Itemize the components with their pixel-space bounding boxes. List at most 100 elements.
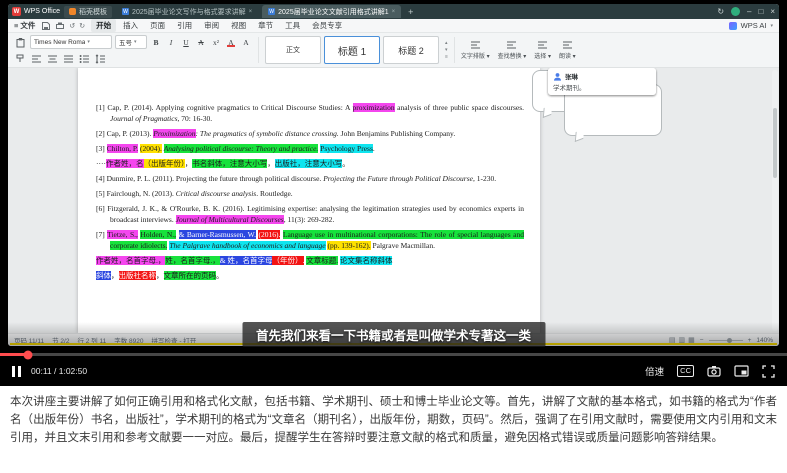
highlight-color-button[interactable]: A — [240, 36, 252, 48]
writer-doc-icon: W — [268, 8, 275, 15]
style-gallery: 正文标题 1标题 2 — [265, 36, 439, 64]
style-正文[interactable]: 正文 — [265, 36, 321, 64]
tool-选择[interactable]: 选择 ▾ — [534, 40, 551, 60]
text-run: Projecting the Future through Political … — [323, 174, 473, 183]
docer-template-tab[interactable]: 稻壳模板 — [64, 6, 112, 18]
highlight-run: 斜体 — [96, 271, 111, 280]
ribbon-collapse-icon[interactable]: ▾ — [770, 23, 773, 29]
undo-icon[interactable]: ↺ — [69, 22, 75, 30]
menu-tab-页面[interactable]: 页面 — [145, 19, 170, 32]
wps-ai-label[interactable]: WPS AI — [741, 21, 767, 30]
scrollbar-thumb[interactable] — [773, 108, 777, 178]
ribbon-tools: 文字排版 ▾ 查找替换 ▾ 选择 ▾ 朗读 ▾ — [461, 40, 576, 60]
text-run: [5] Fairclough, N. (2013). — [96, 189, 176, 198]
bullet-list-icon[interactable] — [78, 52, 91, 65]
highlight-run: Journal of Multicultural Discourses — [176, 215, 284, 224]
sync-icon[interactable]: ↻ — [717, 8, 724, 16]
highlight-run: (pp. 139-162). — [327, 241, 370, 250]
strikethrough-button[interactable]: A — [195, 36, 207, 48]
font-family-select[interactable]: Times New Roma▾ — [30, 35, 112, 49]
highlight-run: Proximization — [153, 129, 195, 138]
new-tab-button[interactable]: + — [405, 7, 416, 17]
references: [1] Cap, P. (2014). Applying cognitive p… — [96, 102, 524, 281]
doc-tab-1[interactable]: W 2025届毕业论文写作与格式要求讲解 × — [116, 5, 258, 18]
underline-button[interactable]: U — [180, 36, 192, 48]
reference-entry: [5] Fairclough, N. (2013). Critical disc… — [96, 188, 524, 199]
wps-logo[interactable]: W WPS Office — [12, 7, 60, 16]
italic-button[interactable]: I — [165, 36, 177, 48]
font-color-button[interactable]: A — [225, 36, 237, 48]
doc-tab-2[interactable]: W 2025届毕业论文文献引用格式讲解1 × — [262, 5, 401, 18]
text-run: : The pragmatics of symbolic distance cr… — [196, 129, 339, 138]
menubar-right: WPS AI ▾ — [729, 21, 773, 30]
pause-button[interactable] — [12, 366, 21, 377]
font-size-select[interactable]: 五号▾ — [115, 35, 147, 49]
superscript-button[interactable]: x² — [210, 36, 222, 48]
titlebar-right: ↻ – □ × — [717, 7, 775, 16]
align-center-icon[interactable] — [46, 52, 59, 65]
close-tab-icon[interactable]: × — [392, 9, 396, 15]
menu-tab-会员专享[interactable]: 会员专享 — [307, 19, 347, 32]
menu-tab-引用[interactable]: 引用 — [172, 19, 197, 32]
align-left-icon[interactable] — [30, 52, 43, 65]
redo-icon[interactable]: ↻ — [79, 22, 85, 30]
highlight-run: Chilton, P. — [107, 144, 138, 153]
text-run: . — [373, 144, 375, 153]
highlight-run: Analysing political discourse: Theory an… — [164, 144, 319, 153]
menu-tab-插入[interactable]: 插入 — [118, 19, 143, 32]
text-run: . Routledge. — [256, 189, 292, 198]
screenshot-icon[interactable] — [707, 365, 721, 377]
save-icon[interactable] — [41, 21, 51, 31]
style-标题 1[interactable]: 标题 1 — [324, 36, 380, 64]
reference-entry: [4] Dunmire, P. L. (2011). Projecting th… — [96, 173, 524, 184]
highlight-run: proximization — [353, 103, 395, 112]
user-avatar[interactable] — [731, 7, 740, 16]
menu-tab-审阅[interactable]: 审阅 — [199, 19, 224, 32]
format-annotation: 斜体，出版社名称，文章所在的页码。 — [96, 270, 524, 281]
align-justify-icon[interactable] — [62, 52, 75, 65]
file-menu-button[interactable]: ≡ 文件 — [14, 20, 35, 31]
document-page[interactable]: [1] Cap, P. (2014). Applying cognitive p… — [78, 68, 540, 333]
wps-logo-icon: W — [12, 7, 21, 16]
vertical-scrollbar[interactable] — [772, 70, 778, 331]
bold-button[interactable]: B — [150, 36, 162, 48]
style-gallery-arrows[interactable]: ▴▾≡ — [445, 40, 448, 60]
picture-in-picture-icon[interactable] — [734, 365, 749, 377]
menu-tab-开始[interactable]: 开始 — [91, 19, 116, 32]
file-menu-label: 文件 — [20, 20, 35, 31]
close-tab-icon[interactable]: × — [249, 9, 253, 15]
tool-文字排版[interactable]: 文字排版 ▾ — [461, 40, 490, 60]
maximize-button[interactable]: □ — [758, 8, 763, 16]
minimize-button[interactable]: – — [747, 8, 751, 16]
document-area: [1] Cap, P. (2014). Applying cognitive p… — [8, 68, 779, 333]
menu-tab-工具[interactable]: 工具 — [280, 19, 305, 32]
tool-查找替换[interactable]: 查找替换 ▾ — [498, 40, 527, 60]
format-annotation: ····作者姓，名（出版年份），书名斜体，注意大小写，出版社，注意大小写。 — [96, 158, 524, 169]
paste-icon[interactable] — [14, 36, 27, 49]
menu-tab-章节[interactable]: 章节 — [253, 19, 278, 32]
print-icon[interactable] — [55, 21, 65, 31]
text-run: [7] — [96, 230, 107, 239]
playback-speed-button[interactable]: 倍速 — [645, 364, 664, 378]
close-button[interactable]: × — [770, 8, 775, 16]
docer-icon — [69, 8, 76, 15]
text-run: , 11(3): 269-282. — [284, 215, 335, 224]
line-spacing-icon[interactable] — [94, 52, 107, 65]
wps-ai-icon — [729, 22, 737, 30]
menubar: ≡ 文件 ↺ ↻ 开始插入页面引用审阅视图章节工具会员专享 WPS AI ▾ — [8, 19, 779, 33]
doc-tab-1-label: 2025届毕业论文写作与格式要求讲解 — [132, 7, 246, 17]
style-标题 2[interactable]: 标题 2 — [383, 36, 439, 64]
subtitles-toggle-button[interactable]: CC — [677, 365, 694, 377]
text-run: , 1-230. — [473, 174, 496, 183]
fullscreen-icon[interactable] — [762, 365, 775, 378]
tool-朗读[interactable]: 朗读 ▾ — [559, 40, 576, 60]
format-painter-icon[interactable] — [14, 52, 27, 65]
format-annotation: 作者姓，名首字母.，姓，名首字母.，& 姓，名首字母（年份）. 文章标题. 论文… — [96, 255, 524, 266]
reference-entry: [7] Tietze, S., Holden, N., & Barner-Ras… — [96, 229, 524, 251]
zoom-slider[interactable] — [709, 340, 743, 341]
text-run: ， — [156, 271, 164, 280]
comment-card[interactable]: 张琳 学术期刊。 — [548, 68, 656, 95]
menu-tab-视图[interactable]: 视图 — [226, 19, 251, 32]
highlight-run: 作者姓，名 — [106, 159, 144, 168]
doc-tab-2-label: 2025届毕业论文文献引用格式讲解1 — [278, 7, 388, 17]
